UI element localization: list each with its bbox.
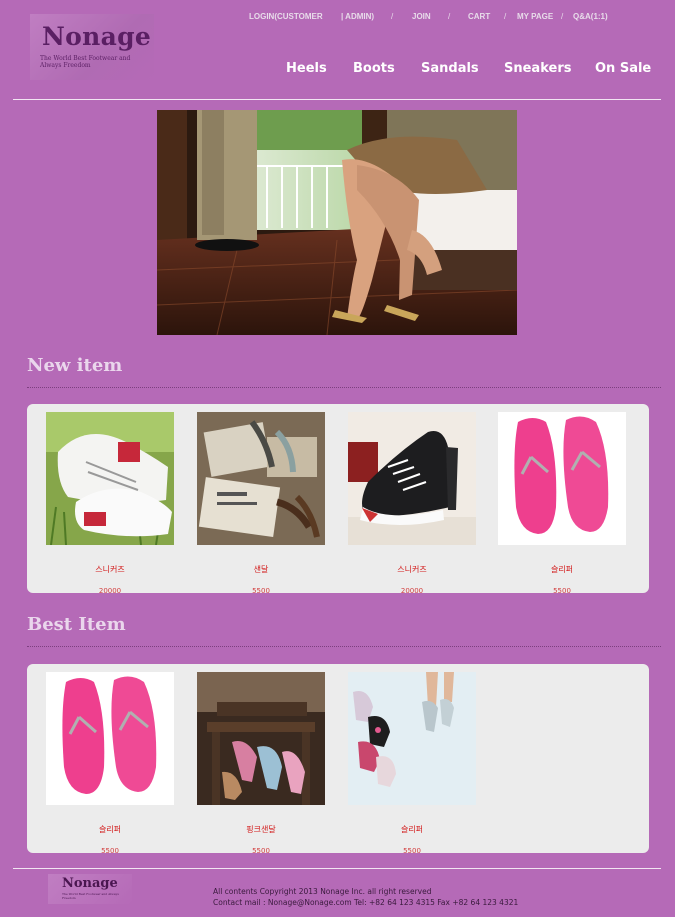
product-price: 5500 [101, 847, 119, 855]
product-name[interactable]: 핑크샌달 [197, 824, 325, 835]
new-item-panel: 스니커즈 20000 샌달 5500 스니커즈 20000 슬리퍼 5500 [27, 404, 649, 595]
nav-on-sale[interactable]: On Sale [595, 61, 651, 76]
footer-divider [13, 868, 661, 869]
top-separator: / [391, 12, 394, 21]
admin-link[interactable]: | ADMIN) [341, 12, 374, 21]
footer-logo-tagline: The World Best Footwear and Always Freed… [62, 892, 119, 900]
product-price: 5500 [553, 587, 571, 595]
cart-link[interactable]: CART [468, 12, 490, 21]
product-image-slippers[interactable] [46, 672, 174, 805]
product-price: 5500 [252, 587, 270, 595]
logo-tagline: The World Best Footwear and Always Freed… [40, 55, 131, 69]
my-page-link[interactable]: MY PAGE [517, 12, 553, 21]
site-logo[interactable]: Nonage The World Best Footwear and Alway… [30, 14, 154, 80]
section-divider [27, 387, 661, 388]
product-name[interactable]: 스니커즈 [46, 564, 174, 575]
product-image-slippers[interactable] [348, 672, 476, 805]
footer-logo-title: Nonage [62, 876, 118, 891]
join-link[interactable]: JOIN [412, 12, 431, 21]
product-name[interactable]: 샌달 [197, 564, 325, 575]
product-price: 5500 [252, 847, 270, 855]
qna-link[interactable]: Q&A(1:1) [573, 12, 608, 21]
header-divider [13, 99, 661, 100]
nav-sneakers[interactable]: Sneakers [504, 61, 571, 76]
top-separator: / [448, 12, 451, 21]
nav-boots[interactable]: Boots [353, 61, 395, 76]
hero-banner-image [157, 110, 517, 335]
section-divider [27, 646, 661, 647]
product-price: 20000 [400, 587, 424, 595]
product-price: 5500 [403, 847, 421, 855]
top-separator: / [561, 12, 564, 21]
logo-title: Nonage [42, 22, 152, 51]
best-item-panel: 슬리퍼 5500 핑크샌달 5500 슬리퍼 5500 [27, 664, 649, 855]
product-name[interactable]: 슬리퍼 [498, 564, 626, 575]
product-name[interactable]: 슬리퍼 [46, 824, 174, 835]
product-image-sandals[interactable] [197, 412, 325, 545]
login-customer-link[interactable]: LOGIN(CUSTOMER [249, 12, 323, 21]
new-item-heading: New item [27, 355, 123, 376]
best-item-heading: Best Item [27, 614, 126, 635]
footer-logo[interactable]: Nonage The World Best Footwear and Alway… [48, 874, 132, 904]
product-image-sneakers[interactable] [348, 412, 476, 545]
footer-contact: Contact mail : Nonage@Nonage.com Tel: +8… [213, 898, 519, 907]
product-image-pink-sandals[interactable] [197, 672, 325, 805]
footer-copyright: All contents Copyright 2013 Nonage Inc. … [213, 887, 432, 896]
product-image-slippers[interactable] [498, 412, 626, 545]
nav-sandals[interactable]: Sandals [421, 61, 479, 76]
product-price: 20000 [98, 587, 122, 595]
product-name[interactable]: 슬리퍼 [348, 824, 476, 835]
top-separator: / [504, 12, 507, 21]
product-image-sneakers[interactable] [46, 412, 174, 545]
product-name[interactable]: 스니커즈 [348, 564, 476, 575]
nav-heels[interactable]: Heels [286, 61, 327, 76]
